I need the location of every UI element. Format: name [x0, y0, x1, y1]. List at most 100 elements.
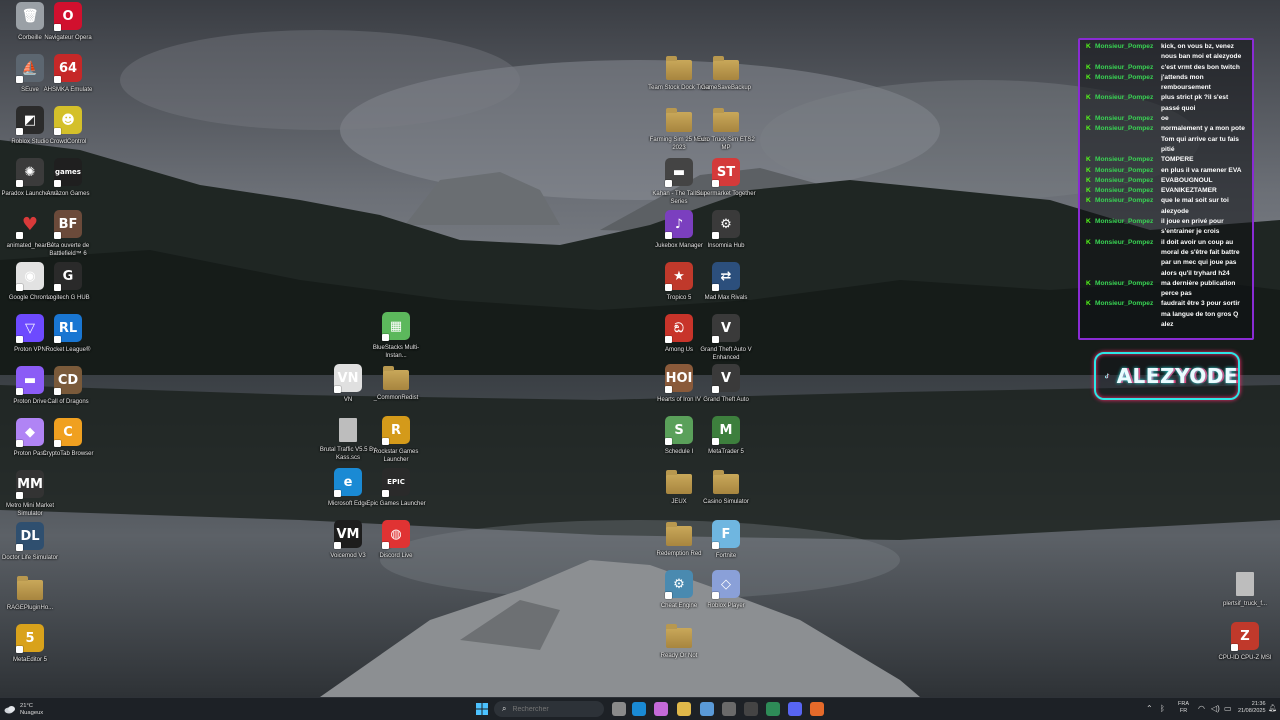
desktop-icon-label: GameSaveBackup [700, 85, 752, 91]
desktop-icon-bluestacks[interactable]: ▦ BlueStacks Multi-Instan... [366, 312, 426, 364]
fortnite-icon: F [712, 520, 740, 549]
desktop-icon-call-of-dragons[interactable]: CD Call of Dragons [38, 366, 98, 418]
taskbar-task-view-icon[interactable] [612, 702, 626, 716]
battery-icon[interactable]: ▭ [1224, 704, 1232, 713]
desktop-icon-label: Ready Or Not [660, 653, 698, 659]
desktop-icon-label: CPU-ID CPU-Z MSI [1218, 655, 1272, 661]
chat-username: Monsieur_Pompez [1095, 63, 1154, 71]
taskbar-store-icon[interactable] [700, 702, 714, 716]
chat-username: Monsieur_Pompez [1095, 125, 1154, 133]
desktop-icon-supermarket[interactable]: ST Supermarket Together [696, 158, 756, 210]
vn-icon: VN [334, 364, 362, 393]
doctor-life-glyph: DL [20, 528, 40, 544]
taskbar-terminal-icon[interactable] [744, 702, 758, 716]
tropico-icon: ★ [665, 262, 693, 291]
desktop-icon-cryptotab[interactable]: C CryptoTab Browser [38, 418, 98, 470]
language-indicator[interactable]: FRA FR [1178, 701, 1189, 715]
cloud-icon [4, 706, 15, 714]
bluetooth-icon[interactable]: ᛒ [1160, 704, 1165, 713]
taskbar-firefox-icon[interactable] [810, 702, 824, 716]
taskbar-copilot-icon[interactable] [654, 702, 668, 716]
search-icon: ⌕ [502, 704, 507, 713]
roblox-glyph: ◇ [721, 576, 731, 592]
kick-badge-icon: K [1086, 73, 1091, 81]
desktop-icon-gta5[interactable]: V Grand Theft Auto V Enhanced [696, 314, 756, 366]
desktop-icon-opera[interactable]: O Navigateur Opera [38, 2, 98, 54]
file-icon [339, 418, 357, 442]
chat-text: en plus il va ramener EVA [1161, 166, 1242, 174]
desktop-icon-epic[interactable]: EPIC Epic Games Launcher [366, 468, 426, 520]
folder-icon [383, 366, 409, 390]
desktop-icon-bf6[interactable]: BF Bêta ouverte de Battlefield™ 6 [38, 210, 98, 262]
chevron-up-icon[interactable]: ⌃ [1146, 704, 1153, 713]
desktop-icon-rocket-league[interactable]: RL Rocket League® [38, 314, 98, 366]
desktop-icon-roblox[interactable]: ◇ Roblox Player [696, 570, 756, 622]
desktop-icon-label: MetaEditor 5 [12, 657, 48, 663]
desktop-icon-metro-mini[interactable]: MM Metro Mini Market Simulator [0, 470, 60, 522]
desktop-icon-folder-tr2[interactable]: GameSaveBackup [696, 54, 756, 106]
desktop-icon-crowdcontrol[interactable]: ☻ CrowdControl [38, 106, 98, 158]
desktop-icon-mayhem[interactable]: ⇄ Mad Max Rivals [696, 262, 756, 314]
taskbar-discord-icon[interactable] [788, 702, 802, 716]
chat-text: faudrait être 3 pour sortir ma langue de… [1161, 300, 1240, 329]
amazon-games-icon: games [54, 158, 82, 187]
mayhem-glyph: ⇄ [720, 268, 732, 284]
taskbar-explorer-icon[interactable] [677, 702, 691, 716]
shortcut-arrow-icon [334, 542, 341, 549]
chat-message: K Monsieur_Pompez faudrait être 3 pour sor… [1086, 299, 1248, 330]
metro-mini-glyph: MM [17, 476, 43, 492]
kick-badge-icon: K [1086, 43, 1091, 50]
desktop-icon-ragpluginhook[interactable]: RAGEPluginHo... [0, 574, 60, 626]
shortcut-arrow-icon [712, 592, 719, 599]
desktop-icon-plertsif[interactable]: plertsif_truck_f... [1215, 570, 1275, 622]
clock[interactable]: 21:36 21/08/2025 [1238, 701, 1266, 715]
search-input[interactable] [512, 705, 593, 713]
desktop-icon-folder-bottom[interactable]: Ready Or Not [649, 622, 709, 674]
kick-badge-icon: K [1086, 218, 1091, 226]
desktop-icon-doctor-life[interactable]: DL Doctor Life Simulator [0, 522, 60, 574]
shortcut-arrow-icon [665, 592, 672, 599]
shortcut-arrow-icon [54, 128, 61, 135]
kick-badge-icon: K [1086, 156, 1091, 164]
volume-icon[interactable]: ◁) [1211, 704, 1220, 713]
stream-chat-overlay: K Monsieur_Pompez kick, on vous bz, venez … [1078, 38, 1254, 340]
windows-start-button[interactable] [476, 703, 488, 715]
animated-heart-glyph: ♥ [21, 213, 39, 235]
desktop-icon-amazon-games[interactable]: games Amazon Games [38, 158, 98, 210]
chat-text: que le mal soit sur toi alezyode [1161, 197, 1229, 215]
notification-bell-icon[interactable]: 🔔︎ [1268, 704, 1277, 712]
desktop-icon-commonredist[interactable]: _CommonRedist [366, 364, 426, 416]
desktop-icon-label: Logitech G HUB [46, 295, 90, 301]
taskbar-calculator-icon[interactable] [722, 702, 736, 716]
shortcut-arrow-icon [712, 232, 719, 239]
cpuz-icon: Z [1231, 622, 1259, 651]
weather-temp: 21°C [20, 702, 33, 709]
taskbar-search[interactable]: ⌕ [494, 701, 604, 717]
desktop-icon-rockstar-launcher[interactable]: R Rockstar Games Launcher [366, 416, 426, 468]
chat-username: Monsieur_Pompez [1095, 166, 1154, 174]
desktop-icon-mcdo[interactable]: ◍ Discord Live [366, 520, 426, 572]
taskbar-edge-icon[interactable] [632, 702, 646, 716]
desktop-icon-fortnite[interactable]: F Fortnite [696, 520, 756, 572]
desktop-icon-gta-auto[interactable]: V Grand Theft Auto [696, 364, 756, 416]
desktop-icon-label: Casino Simulator [703, 499, 749, 505]
folder-icon [713, 108, 739, 132]
metaeditor-glyph: 5 [25, 630, 35, 646]
weather-widget[interactable]: 21°C Nuageux [4, 700, 43, 719]
desktop-icon-cpuz[interactable]: Z CPU-ID CPU-Z MSI [1215, 622, 1275, 674]
desktop-icon-label: plertsif_truck_f... [1222, 601, 1267, 607]
desktop-icon-metaeditor[interactable]: 5 MetaEditor 5 [0, 624, 60, 676]
desktop-icon-pwnagotchi[interactable]: ⚙ Insomnia Hub [696, 210, 756, 262]
desktop-icon-logitech[interactable]: G Logitech G HUB [38, 262, 98, 314]
desktop-icon-n64[interactable]: 64 AHSMKA Emulate [38, 54, 98, 106]
desktop-icon-folder-tr4[interactable]: Euro Truck Sim ETS2 MP [696, 106, 756, 158]
wifi-icon[interactable]: ◠ [1198, 704, 1205, 713]
desktop-icon-label: Bêta ouverte de Battlefield™ 6 [46, 243, 90, 257]
desktop-icon-metatrader[interactable]: M MetaTrader 5 [696, 416, 756, 468]
corbeille-glyph: 🗑 [21, 8, 39, 24]
folder-icon [713, 470, 739, 494]
taskbar-excel-icon[interactable] [766, 702, 780, 716]
shortcut-arrow-icon [665, 386, 672, 393]
desktop-icon-casino-sim[interactable]: Casino Simulator [696, 468, 756, 520]
mcdo-icon: ◍ [382, 520, 410, 549]
